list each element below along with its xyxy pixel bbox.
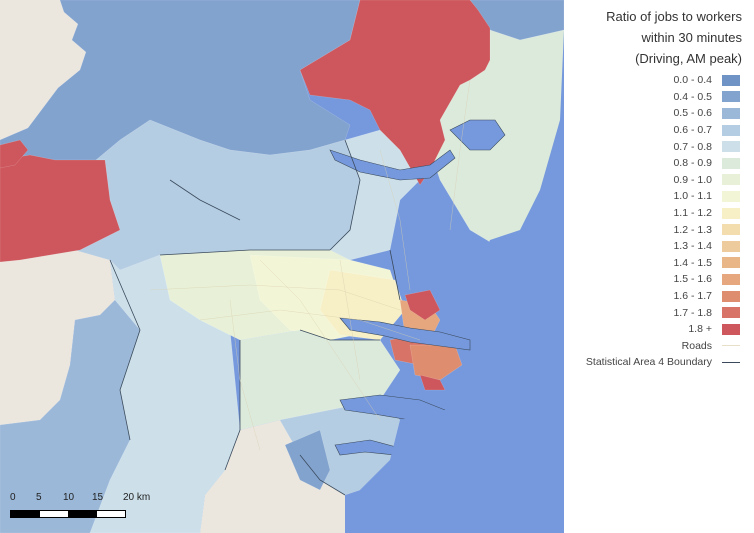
legend-swatch (722, 273, 740, 285)
legend-item-label: 1.7 - 1.8 (673, 306, 712, 319)
legend-item: 1.3 - 1.4 (586, 238, 740, 255)
legend-swatch (722, 190, 740, 202)
legend-item-label: 0.5 - 0.6 (673, 107, 712, 120)
legend-swatch (722, 307, 740, 319)
legend-item-label: 1.4 - 1.5 (673, 256, 712, 269)
legend-item-label: 0.7 - 0.8 (673, 140, 712, 153)
legend-swatch (722, 91, 740, 103)
legend-item: 0.6 - 0.7 (586, 122, 740, 139)
legend-swatch (722, 257, 740, 269)
legend-boundary: Statistical Area 4 Boundary (586, 354, 740, 371)
legend-swatch (722, 207, 740, 219)
scale-tick-label: 5 (36, 492, 42, 503)
legend-swatch (722, 74, 740, 86)
legend-title: Ratio of jobs to workers within 30 minut… (606, 6, 742, 69)
legend-item: 0.0 - 0.4 (586, 72, 740, 89)
legend-title-line: within 30 minutes (641, 30, 742, 45)
legend-item-label: Roads (681, 339, 712, 352)
legend-swatch (722, 157, 740, 169)
legend-item: 0.4 - 0.5 (586, 89, 740, 106)
legend-item-label: 0.9 - 1.0 (673, 173, 712, 186)
legend-swatch (722, 323, 740, 335)
legend-title-line: (Driving, AM peak) (635, 51, 742, 66)
scale-bar: 0 5 10 15 20 km (10, 492, 170, 518)
legend-item: 0.5 - 0.6 (586, 105, 740, 122)
legend-item: 1.7 - 1.8 (586, 304, 740, 321)
legend-item: 0.9 - 1.0 (586, 172, 740, 189)
legend-item-label: 0.8 - 0.9 (673, 157, 712, 170)
scale-labels: 0 5 10 15 20 km (10, 492, 170, 506)
legend-swatch (722, 224, 740, 236)
legend-swatch (722, 107, 740, 119)
legend-swatch (722, 290, 740, 302)
choropleth-map[interactable]: 0 5 10 15 20 km (0, 0, 564, 533)
boundary-line-symbol (722, 361, 740, 363)
legend-item-label: 1.3 - 1.4 (673, 240, 712, 253)
scale-segment (11, 511, 40, 517)
legend-swatch (722, 124, 740, 136)
legend-item-label: 1.1 - 1.2 (673, 207, 712, 220)
scale-segment (68, 511, 97, 517)
legend-roads: Roads (586, 338, 740, 355)
legend-item: 1.5 - 1.6 (586, 271, 740, 288)
legend-item-label: 1.8 + (688, 323, 712, 336)
legend-item: 0.7 - 0.8 (586, 138, 740, 155)
map-canvas (0, 0, 564, 533)
scale-tick-label: 10 (63, 492, 75, 503)
legend-item-label: 1.6 - 1.7 (673, 290, 712, 303)
legend-item-label: 1.5 - 1.6 (673, 273, 712, 286)
map-legend: Ratio of jobs to workers within 30 minut… (564, 0, 754, 533)
legend-item: 1.2 - 1.3 (586, 221, 740, 238)
legend-item: 0.8 - 0.9 (586, 155, 740, 172)
legend-item: 1.8 + (586, 321, 740, 338)
scale-tick-label: 0 (10, 492, 16, 503)
legend-items: 0.0 - 0.4 0.4 - 0.5 0.5 - 0.6 0.6 - 0.7 0.7 … (586, 72, 740, 371)
legend-item-label: 0.4 - 0.5 (673, 90, 712, 103)
legend-item: 1.4 - 1.5 (586, 255, 740, 272)
scale-bar-segments (10, 510, 126, 518)
legend-swatch (722, 141, 740, 153)
road-line-symbol (722, 345, 740, 347)
legend-swatch (722, 174, 740, 186)
legend-swatch (722, 240, 740, 252)
legend-item-label: 0.0 - 0.4 (673, 74, 712, 87)
legend-item-label: 1.0 - 1.1 (673, 190, 712, 203)
scale-segment (96, 511, 125, 517)
legend-item-label: 1.2 - 1.3 (673, 223, 712, 236)
legend-item-label: Statistical Area 4 Boundary (585, 356, 712, 369)
scale-tick-label: 20 km (123, 492, 151, 503)
scale-tick-label: 15 (92, 492, 104, 503)
legend-title-line: Ratio of jobs to workers (606, 9, 742, 24)
legend-item: 1.6 - 1.7 (586, 288, 740, 305)
legend-item: 1.1 - 1.2 (586, 205, 740, 222)
legend-item-label: 0.6 - 0.7 (673, 124, 712, 137)
scale-segment (39, 511, 68, 517)
legend-item: 1.0 - 1.1 (586, 188, 740, 205)
